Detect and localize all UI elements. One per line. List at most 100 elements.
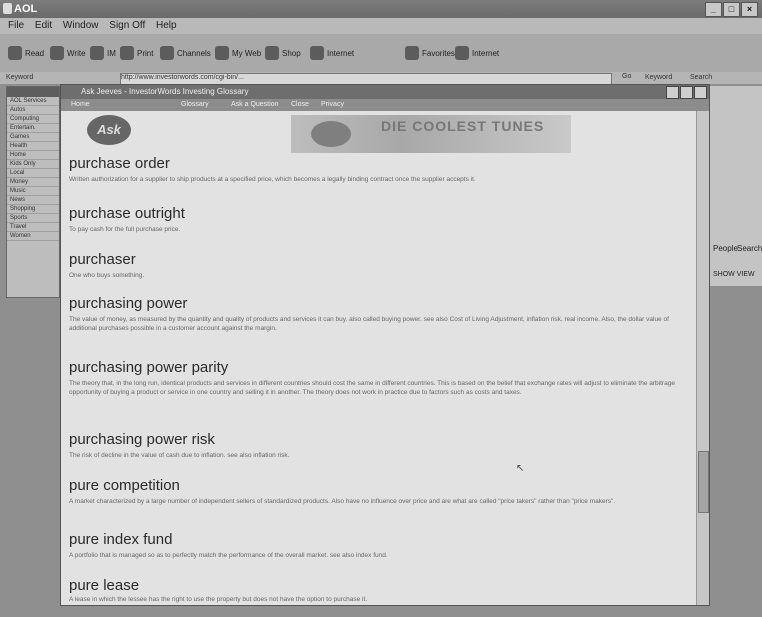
toolbar-favorites[interactable]: Favorites [405, 44, 455, 62]
right-panel: People Search SHOW VIEW [708, 86, 762, 286]
menu-edit[interactable]: Edit [35, 20, 52, 31]
sidebar-item[interactable]: AOL Services [7, 97, 59, 106]
window-controls: _ □ × [705, 2, 758, 17]
chat-icon [90, 46, 104, 60]
sidebar-item[interactable]: Home [7, 151, 59, 160]
ad-banner[interactable]: DIE COOLEST TUNES [291, 115, 571, 153]
mail-icon [8, 46, 22, 60]
nav-ask[interactable]: Ask a Question [231, 101, 278, 108]
show-view-label[interactable]: SHOW VIEW [713, 271, 755, 278]
term-definition: The risk of decline in the value of cash… [69, 452, 290, 459]
toolbar-channels[interactable]: Channels [160, 44, 211, 62]
term-definition: The theory that, in the long run, identi… [69, 380, 675, 396]
printer-icon [120, 46, 134, 60]
menu-file[interactable]: File [8, 20, 24, 31]
menu-signoff[interactable]: Sign Off [109, 20, 145, 31]
sidebar-item[interactable]: Local [7, 169, 59, 178]
menu-help[interactable]: Help [156, 20, 177, 31]
toolbar-shop[interactable]: Shop [265, 44, 301, 62]
sidebar-item[interactable]: Health [7, 142, 59, 151]
sidebar-item[interactable]: Computing [7, 115, 59, 124]
browser-minimize-button[interactable] [666, 86, 679, 99]
pencil-icon [50, 46, 64, 60]
heart-icon [405, 46, 419, 60]
channels-icon [160, 46, 174, 60]
address-bar: Keyword http://www.investorwords.com/cgi… [0, 72, 762, 85]
maximize-button[interactable]: □ [723, 2, 740, 17]
glossary-content: Ask DIE COOLEST TUNES purchase order Wri… [61, 111, 697, 605]
nav-privacy[interactable]: Privacy [321, 101, 344, 108]
browser-window-controls [666, 86, 707, 99]
banner-text: DIE COOLEST TUNES [381, 118, 545, 134]
term-heading: pure lease [69, 577, 140, 594]
term-definition: Written authorization for a supplier to … [69, 176, 476, 183]
keyword-button[interactable]: Keyword [645, 74, 672, 81]
term-heading: purchasing power parity [69, 359, 229, 376]
aol-logo-icon [3, 3, 12, 14]
toolbar-myweb[interactable]: My Web [215, 44, 261, 62]
term-definition: To pay cash for the full purchase price. [69, 226, 181, 233]
term-definition: A market characterized by a large number… [69, 498, 616, 505]
app-title: AOL [14, 3, 38, 15]
mouse-cursor-icon: ↖ [516, 463, 525, 474]
scrollbar-thumb[interactable] [698, 451, 709, 513]
term-heading: pure index fund [69, 531, 173, 548]
term-definition: The value of money, as measured by the q… [69, 316, 669, 332]
term-heading: pure competition [69, 477, 180, 494]
nav-glossary[interactable]: Glossary [181, 101, 209, 108]
term-heading: purchaser [69, 251, 136, 268]
sidebar-item[interactable]: Entertain. [7, 124, 59, 133]
browser-close-button[interactable] [694, 86, 707, 99]
toolbar-internet[interactable]: Internet [310, 44, 354, 62]
globe-icon [310, 46, 324, 60]
toolbar-print[interactable]: Print [120, 44, 153, 62]
toolbar-read[interactable]: Read [8, 44, 44, 62]
toolbar-im[interactable]: IM [90, 44, 116, 62]
ball-image [311, 121, 351, 147]
nav-close[interactable]: Close [291, 101, 309, 108]
nav-home[interactable]: Home [71, 101, 90, 108]
search-label[interactable]: Search [737, 244, 762, 253]
toolbar-internet-2[interactable]: Internet [455, 44, 499, 62]
term-definition: One who buys something. [69, 272, 145, 279]
toolbar-write[interactable]: Write [50, 44, 86, 62]
browser-title: Ask Jeeves - InvestorWords Investing Glo… [81, 87, 249, 96]
sidebar-item[interactable]: Sports [7, 214, 59, 223]
sidebar-header [7, 87, 59, 97]
term-heading: purchasing power [69, 295, 188, 312]
sidebar-item[interactable]: Money [7, 178, 59, 187]
browser-titlebar: Ask Jeeves - InvestorWords Investing Glo… [61, 85, 709, 99]
app-titlebar: AOL _ □ × [0, 0, 762, 18]
term-heading: purchasing power risk [69, 431, 215, 448]
vertical-scrollbar[interactable] [696, 111, 709, 605]
sidebar-item[interactable]: Travel [7, 223, 59, 232]
menu-window[interactable]: Window [63, 20, 99, 31]
browser-window: Ask Jeeves - InvestorWords Investing Glo… [60, 84, 710, 606]
toolbar: Read Write IM Print Channels My Web Shop… [0, 34, 762, 73]
shop-icon [265, 46, 279, 60]
term-heading: purchase order [69, 155, 170, 172]
ask-logo[interactable]: Ask [87, 115, 131, 145]
address-label: Keyword [6, 74, 34, 81]
sidebar-item[interactable]: Music [7, 187, 59, 196]
go-button[interactable]: Go [622, 73, 631, 80]
sidebar-item[interactable]: Autos [7, 106, 59, 115]
browser-maximize-button[interactable] [680, 86, 693, 99]
screen: AOL _ □ × File Edit Window Sign Off Help… [0, 0, 762, 617]
menu-bar: File Edit Window Sign Off Help [0, 18, 762, 34]
globe-icon [455, 46, 469, 60]
sidebar-item[interactable]: Games [7, 133, 59, 142]
minimize-button[interactable]: _ [705, 2, 722, 17]
sidebar: AOL Services Autos Computing Entertain. … [6, 86, 60, 298]
browser-navbar: Home Glossary Ask a Question Close Priva… [61, 99, 709, 111]
sidebar-item[interactable]: News [7, 196, 59, 205]
sidebar-item[interactable]: Women [7, 232, 59, 241]
web-icon [215, 46, 229, 60]
search-button[interactable]: Search [690, 74, 712, 81]
term-definition: A lease in which the lessee has the righ… [69, 596, 368, 603]
term-heading: purchase outright [69, 205, 185, 222]
sidebar-item[interactable]: Shopping [7, 205, 59, 214]
sidebar-item[interactable]: Kids Only [7, 160, 59, 169]
people-label[interactable]: People [713, 244, 738, 253]
close-button[interactable]: × [741, 2, 758, 17]
